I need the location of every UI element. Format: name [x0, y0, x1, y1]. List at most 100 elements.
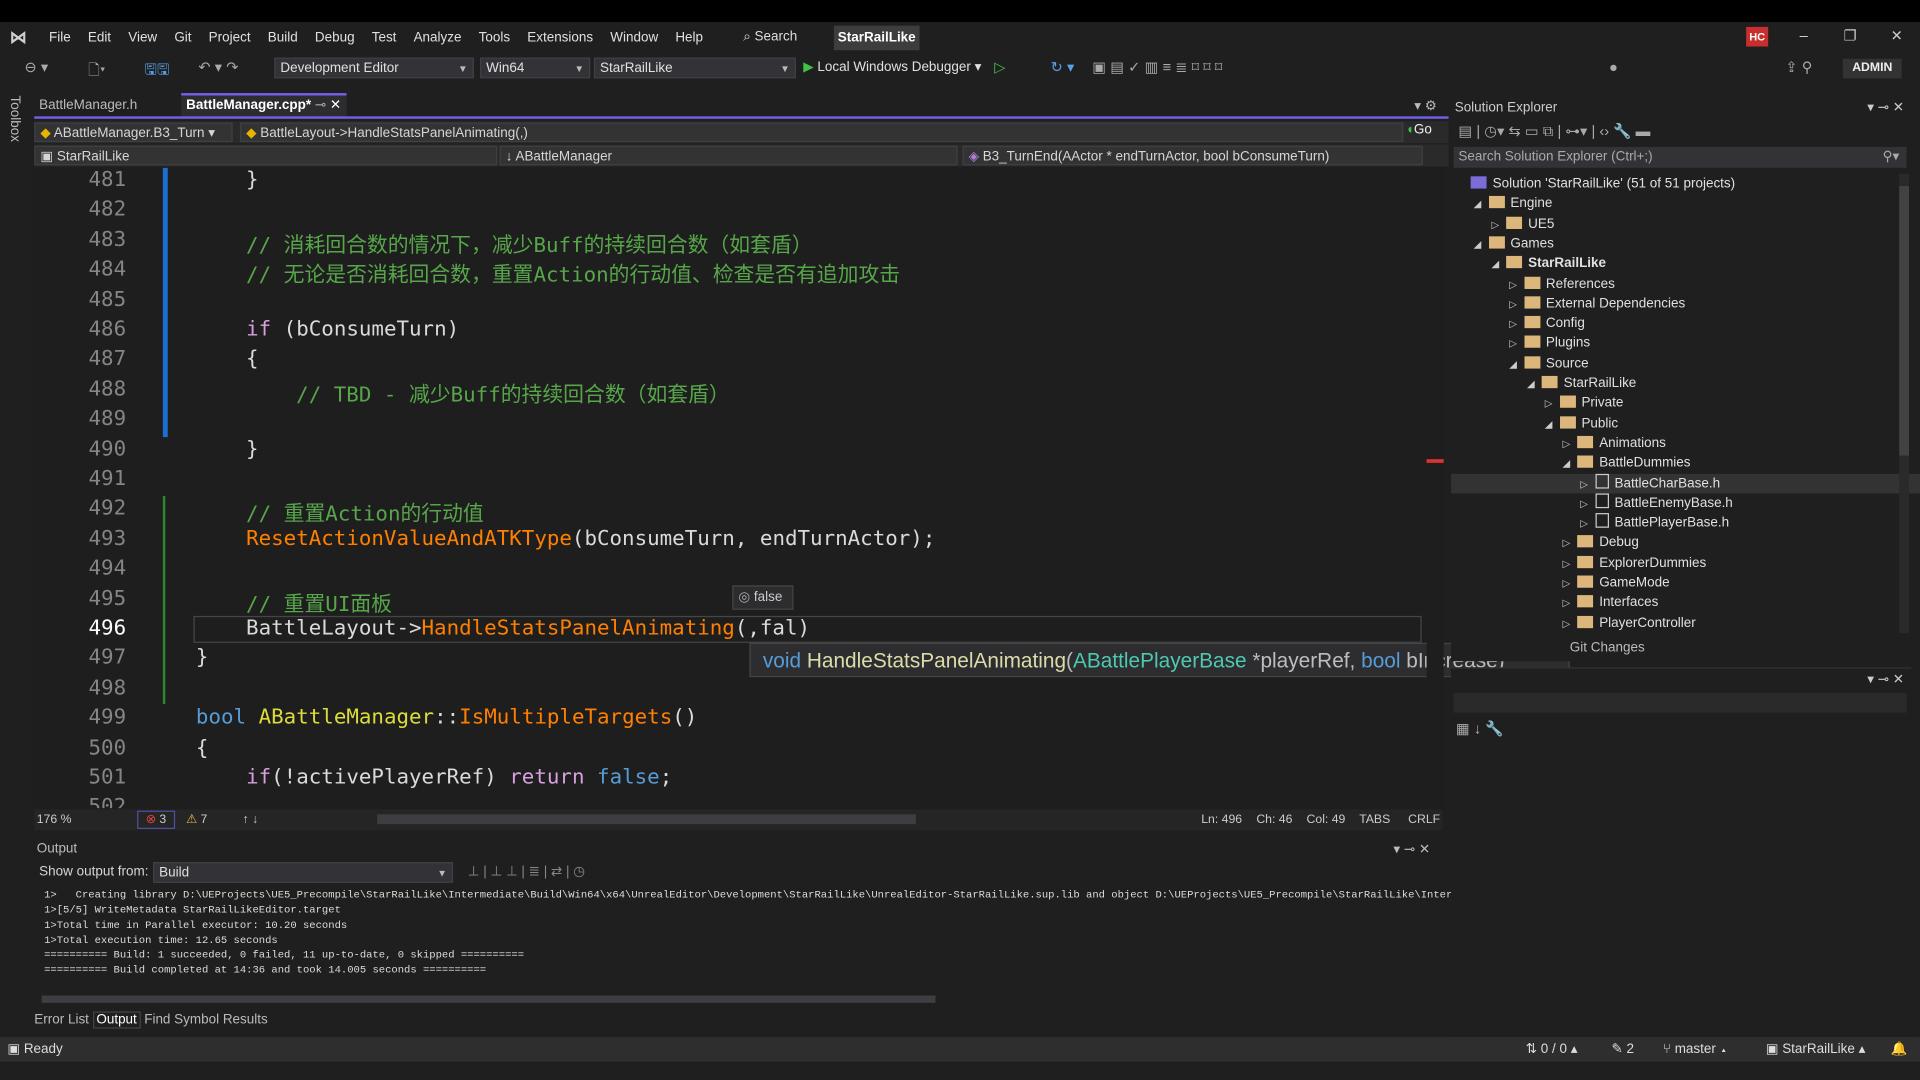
code-line[interactable]: // 重置Action的行动值 — [196, 496, 484, 527]
horizontal-scrollbar[interactable] — [377, 814, 916, 825]
tree-item[interactable]: ▷ GameMode — [1562, 573, 1670, 594]
code-line[interactable]: } — [196, 437, 259, 461]
project-dropdown[interactable]: ▣ StarRailLike — [34, 145, 498, 166]
output-source-dropdown[interactable]: Build ▼ — [153, 862, 454, 883]
line-ending[interactable]: CRLF — [1408, 809, 1440, 830]
menu-edit[interactable]: Edit — [88, 31, 111, 46]
platform-dropdown[interactable]: Win64 ▼ — [480, 57, 591, 79]
menu-window[interactable]: Window — [610, 31, 658, 46]
expand-icon[interactable]: ▷ — [1580, 474, 1595, 494]
indent-mode[interactable]: TABS — [1359, 809, 1390, 830]
tab-git-changes[interactable]: Git Changes — [1570, 640, 1645, 655]
expand-icon[interactable]: ▷ — [1562, 534, 1577, 554]
admin-badge[interactable]: ADMIN — [1842, 58, 1902, 79]
code-line[interactable]: // TBD - 减少Buff的持续回合数（如套盾） — [196, 377, 730, 407]
collapse-icon[interactable]: ◢ — [1509, 355, 1524, 375]
tab-output[interactable]: Output — [92, 1011, 141, 1029]
code-line[interactable]: if (bConsumeTurn) — [196, 317, 459, 341]
expand-icon[interactable]: ▷ — [1509, 295, 1524, 315]
tree-item[interactable]: ▷ Plugins — [1509, 334, 1590, 354]
minimize-button[interactable]: – — [1791, 27, 1815, 44]
tree-item[interactable]: ▷ Animations — [1562, 433, 1666, 453]
tree-item[interactable]: ▷ Interfaces — [1562, 593, 1658, 613]
collapse-icon[interactable]: ◢ — [1474, 235, 1489, 255]
git-changes-count[interactable]: ⇅ 0 / 0 ▴ — [1526, 1037, 1578, 1061]
panel-controls[interactable]: ▾ ⊸ ✕ — [1393, 841, 1430, 857]
tab-error-list[interactable]: Error List — [34, 1013, 89, 1028]
start-debugging-button[interactable]: ▶ Local Windows Debugger ▾ — [803, 59, 981, 75]
save-all-icon[interactable]: 🖫🖫 — [144, 59, 169, 85]
code-line[interactable]: } — [196, 646, 209, 670]
menu-project[interactable]: Project — [209, 31, 251, 46]
menu-test[interactable]: Test — [372, 31, 397, 46]
expand-icon[interactable]: ▷ — [1580, 514, 1595, 534]
tree-item[interactable]: ◢ StarRailLike — [1491, 254, 1606, 274]
collapse-icon[interactable]: ◢ — [1562, 455, 1577, 475]
warning-count[interactable]: ⚠ 7 — [186, 809, 207, 830]
panel-controls[interactable]: ▾ ⊸ ✕ — [1867, 671, 1904, 687]
function-dropdown[interactable]: ◈ B3_TurnEnd(AActor * endTurnActor, bool… — [962, 145, 1423, 166]
code-line[interactable]: { — [196, 347, 259, 371]
toolbar-icons[interactable]: ▣ ▤ ✓ ▥ ≡ ≣ ⌑ ⌑ ⌑ — [1092, 59, 1222, 76]
output-text[interactable]: 1> Creating library D:\UEProjects\UE5_Pr… — [44, 888, 1496, 978]
close-window-button[interactable]: ✕ — [1885, 27, 1909, 44]
tree-item[interactable]: ▷ Private — [1545, 393, 1623, 415]
restart-icon[interactable]: ↻ ▾ — [1051, 59, 1075, 76]
menu-analyze[interactable]: Analyze — [414, 31, 462, 46]
tree-item[interactable]: ▷ Debug — [1562, 533, 1639, 554]
tree-item[interactable]: ▷ PlayerController — [1562, 613, 1696, 633]
expand-icon[interactable]: ▷ — [1509, 335, 1524, 355]
tree-scrollbar[interactable] — [1899, 173, 1909, 634]
solution-search-input[interactable]: Search Solution Explorer (Ctrl+;) ⚲▾ — [1453, 146, 1907, 168]
editor-vertical-scrollbar[interactable] — [1426, 167, 1444, 809]
tab-options-icon[interactable]: ▾ ⚙ — [1414, 98, 1437, 114]
code-line[interactable]: // 消耗回合数的情况下，减少Buff的持续回合数（如套盾） — [196, 228, 813, 258]
collapse-icon[interactable]: ◢ — [1545, 415, 1560, 435]
share-icon[interactable]: ⇪ ⚲ — [1785, 59, 1812, 76]
output-toolbar-icons[interactable]: ⊥ | ⊥ ⊥ | ≣ | ⇄ | ◷ — [468, 863, 585, 879]
menu-help[interactable]: Help — [675, 31, 703, 46]
properties-object-dropdown[interactable] — [1453, 693, 1907, 713]
class-dropdown[interactable]: ↓ ABattleManager — [499, 145, 958, 166]
menu-build[interactable]: Build — [268, 31, 298, 46]
expand-icon[interactable]: ▷ — [1562, 574, 1577, 594]
expand-icon[interactable]: ▷ — [1562, 594, 1577, 614]
code-editor[interactable]: 481 } 482 483 // 消耗回合数的情况下，减少Buff的持续回合数（如套… — [34, 167, 1427, 809]
code-line[interactable]: { — [196, 735, 209, 759]
code-line[interactable]: // 重置UI面板 — [196, 586, 392, 616]
zoom-level[interactable]: 176 % — [37, 809, 72, 830]
back-icon[interactable]: ⊖ ▾ — [24, 59, 48, 76]
expand-icon[interactable]: ▷ — [1509, 315, 1524, 335]
expand-icon[interactable]: ▷ — [1562, 554, 1577, 574]
tree-item[interactable]: ▷ External Dependencies — [1509, 294, 1685, 314]
expand-icon[interactable]: ▷ — [1545, 395, 1560, 415]
toolbox-strip[interactable]: Toolbox — [0, 85, 32, 1035]
collapse-icon[interactable]: ◢ — [1491, 255, 1506, 275]
error-count[interactable]: ⊗ 3 — [137, 810, 175, 829]
menu-view[interactable]: View — [128, 31, 157, 46]
tree-item[interactable]: ▷ BattleEnemyBase.h — [1580, 493, 1733, 513]
nav-arrows[interactable]: ↑ ↓ — [242, 809, 258, 830]
code-line[interactable]: // 无论是否消耗回合数，重置Action的行动值、检查是否有追加攻击 — [196, 257, 900, 287]
solution-explorer-toolbar[interactable]: ▤ | ◷▾ ⇆ ▭ ⧉ | ⊶▾ | ‹› 🔧 ▬ — [1458, 122, 1650, 140]
panel-controls[interactable]: ▾ ⊸ ✕ — [1867, 99, 1904, 115]
tree-item[interactable]: ◢ Games — [1474, 234, 1554, 254]
start-without-debugging-icon[interactable]: ▷ — [994, 59, 1005, 76]
menu-file[interactable]: File — [49, 31, 71, 46]
user-avatar[interactable]: HC — [1746, 26, 1769, 47]
tree-item[interactable]: Solution 'StarRailLike' (51 of 51 projec… — [1456, 174, 1735, 194]
notifications-icon[interactable]: 🔔 — [1891, 1037, 1908, 1061]
tree-item[interactable]: ▷ UE5 — [1491, 214, 1554, 234]
tree-item[interactable]: ▷ BattleCharBase.h — [1451, 473, 1920, 493]
feedback-icon[interactable]: ● — [1609, 59, 1618, 76]
collapse-icon[interactable]: ◢ — [1474, 195, 1489, 215]
go-button[interactable]: ◖Go — [1406, 122, 1432, 137]
branch-selector[interactable]: ⑂ master ▴ — [1663, 1037, 1728, 1061]
menu-debug[interactable]: Debug — [315, 31, 355, 46]
tab-find-symbol-results[interactable]: Find Symbol Results — [144, 1013, 268, 1028]
tree-item[interactable]: ◢ Public — [1545, 413, 1618, 433]
tree-item[interactable]: ◢ Engine — [1474, 194, 1552, 215]
new-project-icon[interactable]: 🗋▾ — [88, 59, 105, 85]
menu-extensions[interactable]: Extensions — [527, 31, 593, 46]
code-line[interactable]: if(!activePlayerRef) return false; — [196, 765, 672, 789]
